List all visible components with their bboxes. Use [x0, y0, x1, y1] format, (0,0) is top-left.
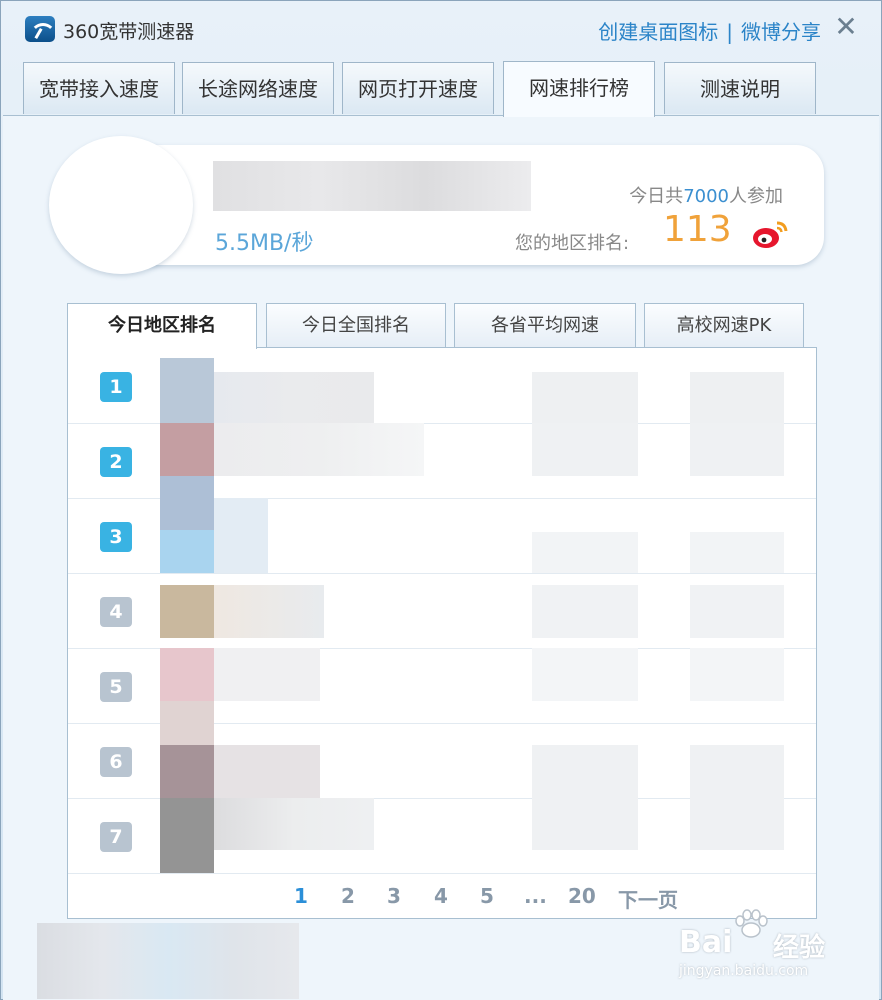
blurred-avatar [160, 745, 214, 798]
rank-badge: 4 [100, 597, 132, 627]
blurred-avatar [160, 648, 214, 701]
ranking-table: 1 2 3 4 5 6 7 1 2 3 4 5 ... 20 下一页 [67, 347, 817, 919]
next-page-link[interactable]: 下一页 [618, 884, 678, 913]
blurred-name [214, 798, 374, 850]
page-link-5[interactable]: 5 [480, 884, 494, 908]
rank-badge: 6 [100, 747, 132, 777]
blurred-avatar [160, 585, 214, 638]
my-speed-value: 5.5MB/秒 [215, 231, 314, 256]
page-link-3[interactable]: 3 [387, 884, 401, 908]
participants-text: 今日共7000人参加 [629, 186, 783, 207]
watermark-brand: Bai [679, 925, 733, 960]
tab-long-distance[interactable]: 长途网络速度 [182, 62, 334, 114]
blurred-name [214, 498, 268, 573]
blurred-location [690, 372, 784, 424]
tab-test-description[interactable]: 测速说明 [664, 62, 816, 114]
create-desktop-icon-link[interactable]: 创建桌面图标 [598, 20, 718, 44]
watermark-url: jingyan.baidu.com [679, 963, 809, 979]
rank-badge: 3 [100, 522, 132, 552]
blurred-location [690, 532, 784, 573]
watermark-suffix: 经验 [773, 933, 826, 963]
blurred-avatar [160, 498, 214, 530]
page-link-2[interactable]: 2 [341, 884, 355, 908]
paw-icon [735, 909, 768, 938]
rank-badge: 7 [100, 822, 132, 852]
blurred-avatar [160, 358, 214, 423]
rank-badge: 5 [100, 672, 132, 702]
region-rank-label: 您的地区排名: [515, 233, 630, 254]
blurred-name [214, 585, 324, 638]
blurred-avatar-edge [160, 723, 214, 745]
blurred-location [690, 648, 784, 701]
blurred-avatar-edge [160, 530, 214, 573]
table-row: 4 [68, 573, 816, 649]
title-links: 创建桌面图标 | 微博分享 [598, 16, 821, 45]
tab-province-average[interactable]: 各省平均网速 [454, 303, 636, 347]
title-bar: 360宽带测速器 创建桌面图标 | 微博分享 ✕ [1, 1, 881, 61]
table-row: 2 [68, 423, 816, 499]
page-link-4[interactable]: 4 [434, 884, 448, 908]
blurred-speed [532, 745, 638, 798]
blurred-speed [532, 372, 638, 424]
tab-speed-ranking[interactable]: 网速排行榜 [503, 61, 655, 117]
blurred-speed [532, 423, 638, 476]
avatar [49, 136, 193, 274]
blurred-speed [532, 648, 638, 701]
table-row: 7 [68, 798, 816, 874]
blurred-avatar-edge [160, 701, 214, 723]
participants-count: 7000 [683, 186, 729, 207]
blurred-location [690, 585, 784, 638]
table-row: 3 [68, 498, 816, 574]
table-row: 5 [68, 648, 816, 724]
blurred-speed [532, 798, 638, 850]
table-row: 6 [68, 723, 816, 799]
blurred-avatar [160, 798, 214, 873]
app-title: 360宽带测速器 [63, 21, 195, 43]
page-link-20[interactable]: 20 [568, 884, 596, 908]
speedometer-logo-icon [25, 16, 55, 42]
page-ellipsis: ... [524, 884, 547, 908]
tab-today-national-rank[interactable]: 今日全国排名 [266, 303, 446, 347]
blurred-avatar-edge [160, 476, 214, 498]
blurred-speed [532, 585, 638, 638]
blurred-name [214, 745, 320, 798]
baidu-jingyan-watermark: Bai 经验 jingyan.baidu.com [677, 905, 877, 995]
blurred-name [214, 648, 320, 701]
blurred-location [690, 745, 784, 798]
blurred-footer [37, 923, 299, 999]
tab-university-pk[interactable]: 高校网速PK [644, 303, 804, 347]
blurred-avatar [160, 423, 214, 476]
table-row: 1 [68, 348, 816, 424]
blurred-location [690, 798, 784, 850]
weibo-share-link[interactable]: 微博分享 [741, 20, 821, 44]
rank-badge: 1 [100, 372, 132, 402]
blurred-speed [532, 532, 638, 573]
blurred-location [690, 423, 784, 476]
blurred-user-name [213, 161, 531, 211]
weibo-icon[interactable] [751, 217, 791, 251]
tab-broadband-access[interactable]: 宽带接入速度 [23, 62, 175, 114]
blurred-name [214, 372, 374, 424]
page-link-1[interactable]: 1 [294, 884, 308, 908]
link-separator: | [726, 20, 733, 44]
tab-today-region-rank[interactable]: 今日地区排名 [67, 303, 257, 349]
region-rank-value: 113 [663, 209, 732, 250]
tab-webpage-open[interactable]: 网页打开速度 [342, 62, 494, 114]
rank-badge: 2 [100, 447, 132, 477]
close-icon[interactable]: ✕ [831, 12, 861, 42]
speed-test-window: 360宽带测速器 创建桌面图标 | 微博分享 ✕ 宽带接入速度 长途网络速度 网页打… [0, 0, 882, 1000]
blurred-name [214, 423, 424, 476]
